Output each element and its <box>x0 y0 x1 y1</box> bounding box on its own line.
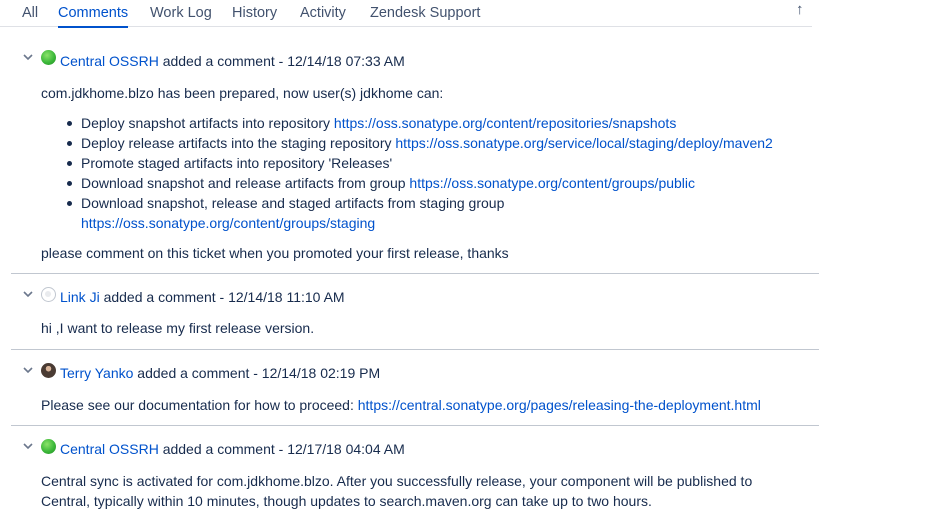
comment-outro: please comment on this ticket when you p… <box>41 245 509 261</box>
list-item: Promote staged artifacts into repository… <box>41 153 773 173</box>
list-item-text: Promote staged artifacts into repository… <box>81 155 393 171</box>
avatar[interactable] <box>41 363 56 378</box>
public-group-link[interactable]: https://oss.sonatype.org/content/groups/… <box>409 175 695 191</box>
tab-zendesk-support[interactable]: Zendesk Support <box>370 5 480 22</box>
list-item-text: Deploy snapshot artifacts into repositor… <box>81 115 334 131</box>
list-item: Deploy release artifacts into the stagin… <box>41 133 773 153</box>
comment-text: Please see our documentation for how to … <box>41 397 358 413</box>
list-item: Deploy snapshot artifacts into repositor… <box>41 113 773 133</box>
comment-meta: added a comment - 12/14/18 11:10 AM <box>103 289 345 305</box>
comment-meta: added a comment - 12/17/18 04:04 AM <box>162 441 405 457</box>
chevron-down-icon[interactable] <box>23 367 33 374</box>
comment-item: Central OSSRH added a comment - 12/14/18… <box>11 45 819 274</box>
staging-deploy-link[interactable]: https://oss.sonatype.org/service/local/s… <box>395 135 772 151</box>
tab-all[interactable]: All <box>22 5 38 22</box>
comment-header: Terry Yanko added a comment - 12/14/18 0… <box>60 364 380 382</box>
activity-tabs: All Comments Work Log History Activity Z… <box>0 0 812 28</box>
comment-header: Link Ji added a comment - 12/14/18 11:10… <box>60 288 345 306</box>
snapshots-repo-link[interactable]: https://oss.sonatype.org/content/reposit… <box>334 115 676 131</box>
tab-work-log[interactable]: Work Log <box>150 5 212 22</box>
list-item-text: Deploy release artifacts into the stagin… <box>81 135 396 151</box>
permission-list: Deploy snapshot artifacts into repositor… <box>41 113 773 233</box>
avatar[interactable] <box>41 50 56 65</box>
comment-meta: added a comment - 12/14/18 07:33 AM <box>162 53 405 69</box>
list-item: Download snapshot and release artifacts … <box>41 173 773 193</box>
tab-history[interactable]: History <box>232 5 277 22</box>
comment-item: Link Ji added a comment - 12/14/18 11:10… <box>11 274 819 350</box>
list-item-text: Download snapshot and release artifacts … <box>81 175 410 191</box>
comment-intro: com.jdkhome.blzo has been prepared, now … <box>41 85 444 101</box>
chevron-down-icon[interactable] <box>23 443 33 450</box>
comment-header: Central OSSRH added a comment - 12/17/18… <box>60 440 405 458</box>
comment-body: Central sync is activated for com.jdkhom… <box>41 471 752 511</box>
staging-group-link[interactable]: https://oss.sonatype.org/content/groups/… <box>81 215 375 231</box>
list-item-text: Download snapshot, release and staged ar… <box>81 195 505 211</box>
tab-comments[interactable]: Comments <box>58 5 129 28</box>
comment-body: hi ,I want to release my first release v… <box>41 320 315 336</box>
comment-body: com.jdkhome.blzo has been prepared, now … <box>41 83 773 263</box>
comment-item: Terry Yanko added a comment - 12/14/18 0… <box>11 350 819 426</box>
comment-header: Central OSSRH added a comment - 12/14/18… <box>60 52 405 70</box>
tab-activity[interactable]: Activity <box>300 5 346 22</box>
avatar[interactable] <box>41 439 56 454</box>
comment-author-link[interactable]: Central OSSRH <box>60 441 159 457</box>
comment-author-link[interactable]: Link Ji <box>60 289 100 305</box>
sort-order-icon[interactable]: ↑ <box>796 1 804 18</box>
comment-author-link[interactable]: Terry Yanko <box>60 365 133 381</box>
chevron-down-icon[interactable] <box>23 291 33 298</box>
avatar[interactable] <box>41 287 56 302</box>
comment-meta: added a comment - 12/14/18 02:19 PM <box>137 365 381 381</box>
docs-link[interactable]: https://central.sonatype.org/pages/relea… <box>358 397 761 413</box>
comment-body: Please see our documentation for how to … <box>41 395 761 415</box>
comment-text-line: Central, typically within 10 minutes, th… <box>41 493 652 509</box>
list-item: Download snapshot, release and staged ar… <box>41 193 773 233</box>
comment-author-link[interactable]: Central OSSRH <box>60 53 159 69</box>
comment-item: Central OSSRH added a comment - 12/17/18… <box>11 426 819 515</box>
chevron-down-icon[interactable] <box>23 54 33 61</box>
comment-text-line: Central sync is activated for com.jdkhom… <box>41 473 753 489</box>
